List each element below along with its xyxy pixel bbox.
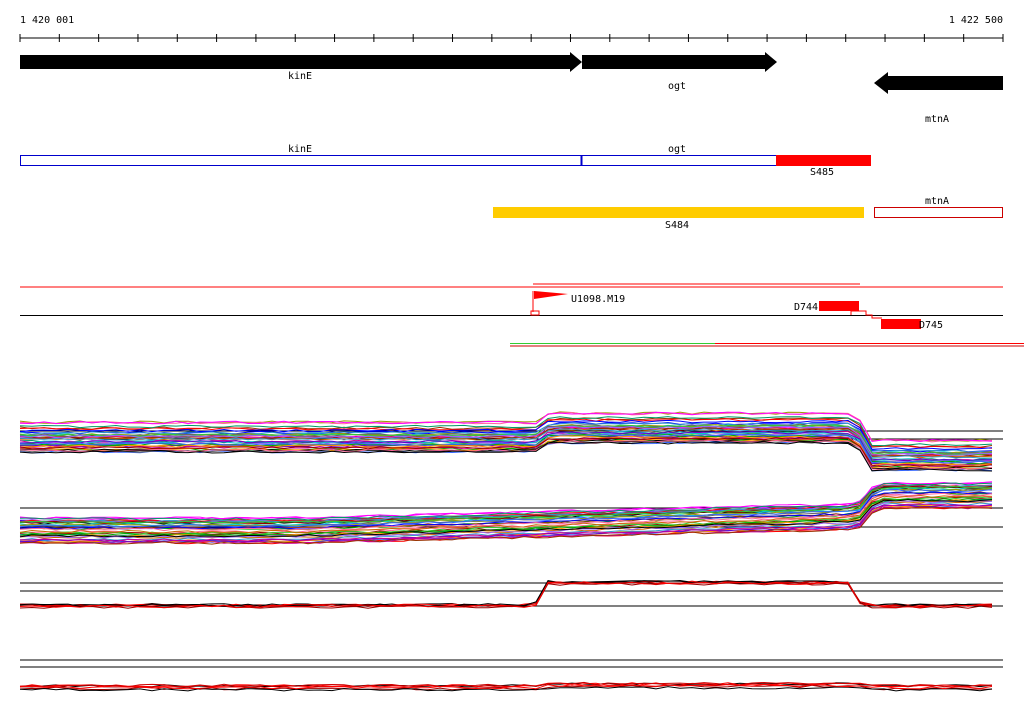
flag-base-marker [530, 310, 540, 316]
position-ruler: 1 420 001 1 422 500 [19, 15, 1004, 42]
segment-label-mtnA: mtnA [925, 196, 949, 207]
gene-arrow-kinE[interactable] [20, 52, 582, 72]
feature-D744[interactable] [819, 301, 859, 311]
segment-box-kinE[interactable] [20, 155, 582, 166]
segment-label-S484: S484 [665, 220, 689, 231]
segment-box-ogt[interactable] [581, 155, 777, 166]
flag-U1098-M19[interactable] [534, 291, 568, 299]
feature-track: U1098.M19 D744 D745 [20, 283, 1024, 347]
panel1-lines [19, 411, 993, 472]
expression-panel-3 [19, 579, 1003, 609]
ruler-start-label: 1 420 001 [20, 15, 74, 26]
gene-label-mtnA: mtnA [925, 114, 949, 125]
expression-panel-2 [19, 481, 1003, 545]
segment-track-2: S484 mtnA [493, 196, 1003, 231]
feature-label-D744: D744 [794, 302, 818, 313]
expression-panel-1 [19, 411, 1003, 472]
gene-track: kinE ogt mtnA [20, 52, 1003, 125]
expression-line [19, 580, 993, 608]
gene-label-kinE: kinE [288, 71, 312, 82]
ruler-end-label: 1 422 500 [949, 15, 1003, 26]
feature-label-D745: D745 [919, 320, 943, 331]
gene-label-ogt: ogt [668, 81, 686, 92]
feature-step-line [850, 310, 882, 319]
segment-S485[interactable] [776, 155, 871, 166]
gene-arrow-ogt[interactable] [582, 52, 777, 72]
segment-label-kinE: kinE [288, 144, 312, 155]
expression-line [19, 581, 992, 609]
expression-panel-4 [19, 659, 1003, 692]
segment-track-1: kinE ogt S485 [20, 144, 871, 178]
expression-line [19, 580, 993, 607]
segment-label-S485: S485 [810, 167, 834, 178]
segment-S484[interactable] [493, 207, 864, 218]
panel2-lines [19, 481, 993, 545]
segment-label-ogt: ogt [668, 144, 686, 155]
segment-box-mtnA[interactable] [874, 207, 1003, 218]
feature-D745[interactable] [881, 319, 921, 329]
panel4-lines [19, 681, 993, 692]
genome-browser-canvas: 1 420 001 1 422 500 kinE ogt mtnA kinE o… [19, 15, 1024, 692]
gene-arrow-mtnA[interactable] [874, 72, 1003, 94]
expression-line [19, 580, 993, 607]
feature-label-U1098-M19: U1098.M19 [571, 294, 625, 305]
panel3-lines [19, 579, 993, 609]
